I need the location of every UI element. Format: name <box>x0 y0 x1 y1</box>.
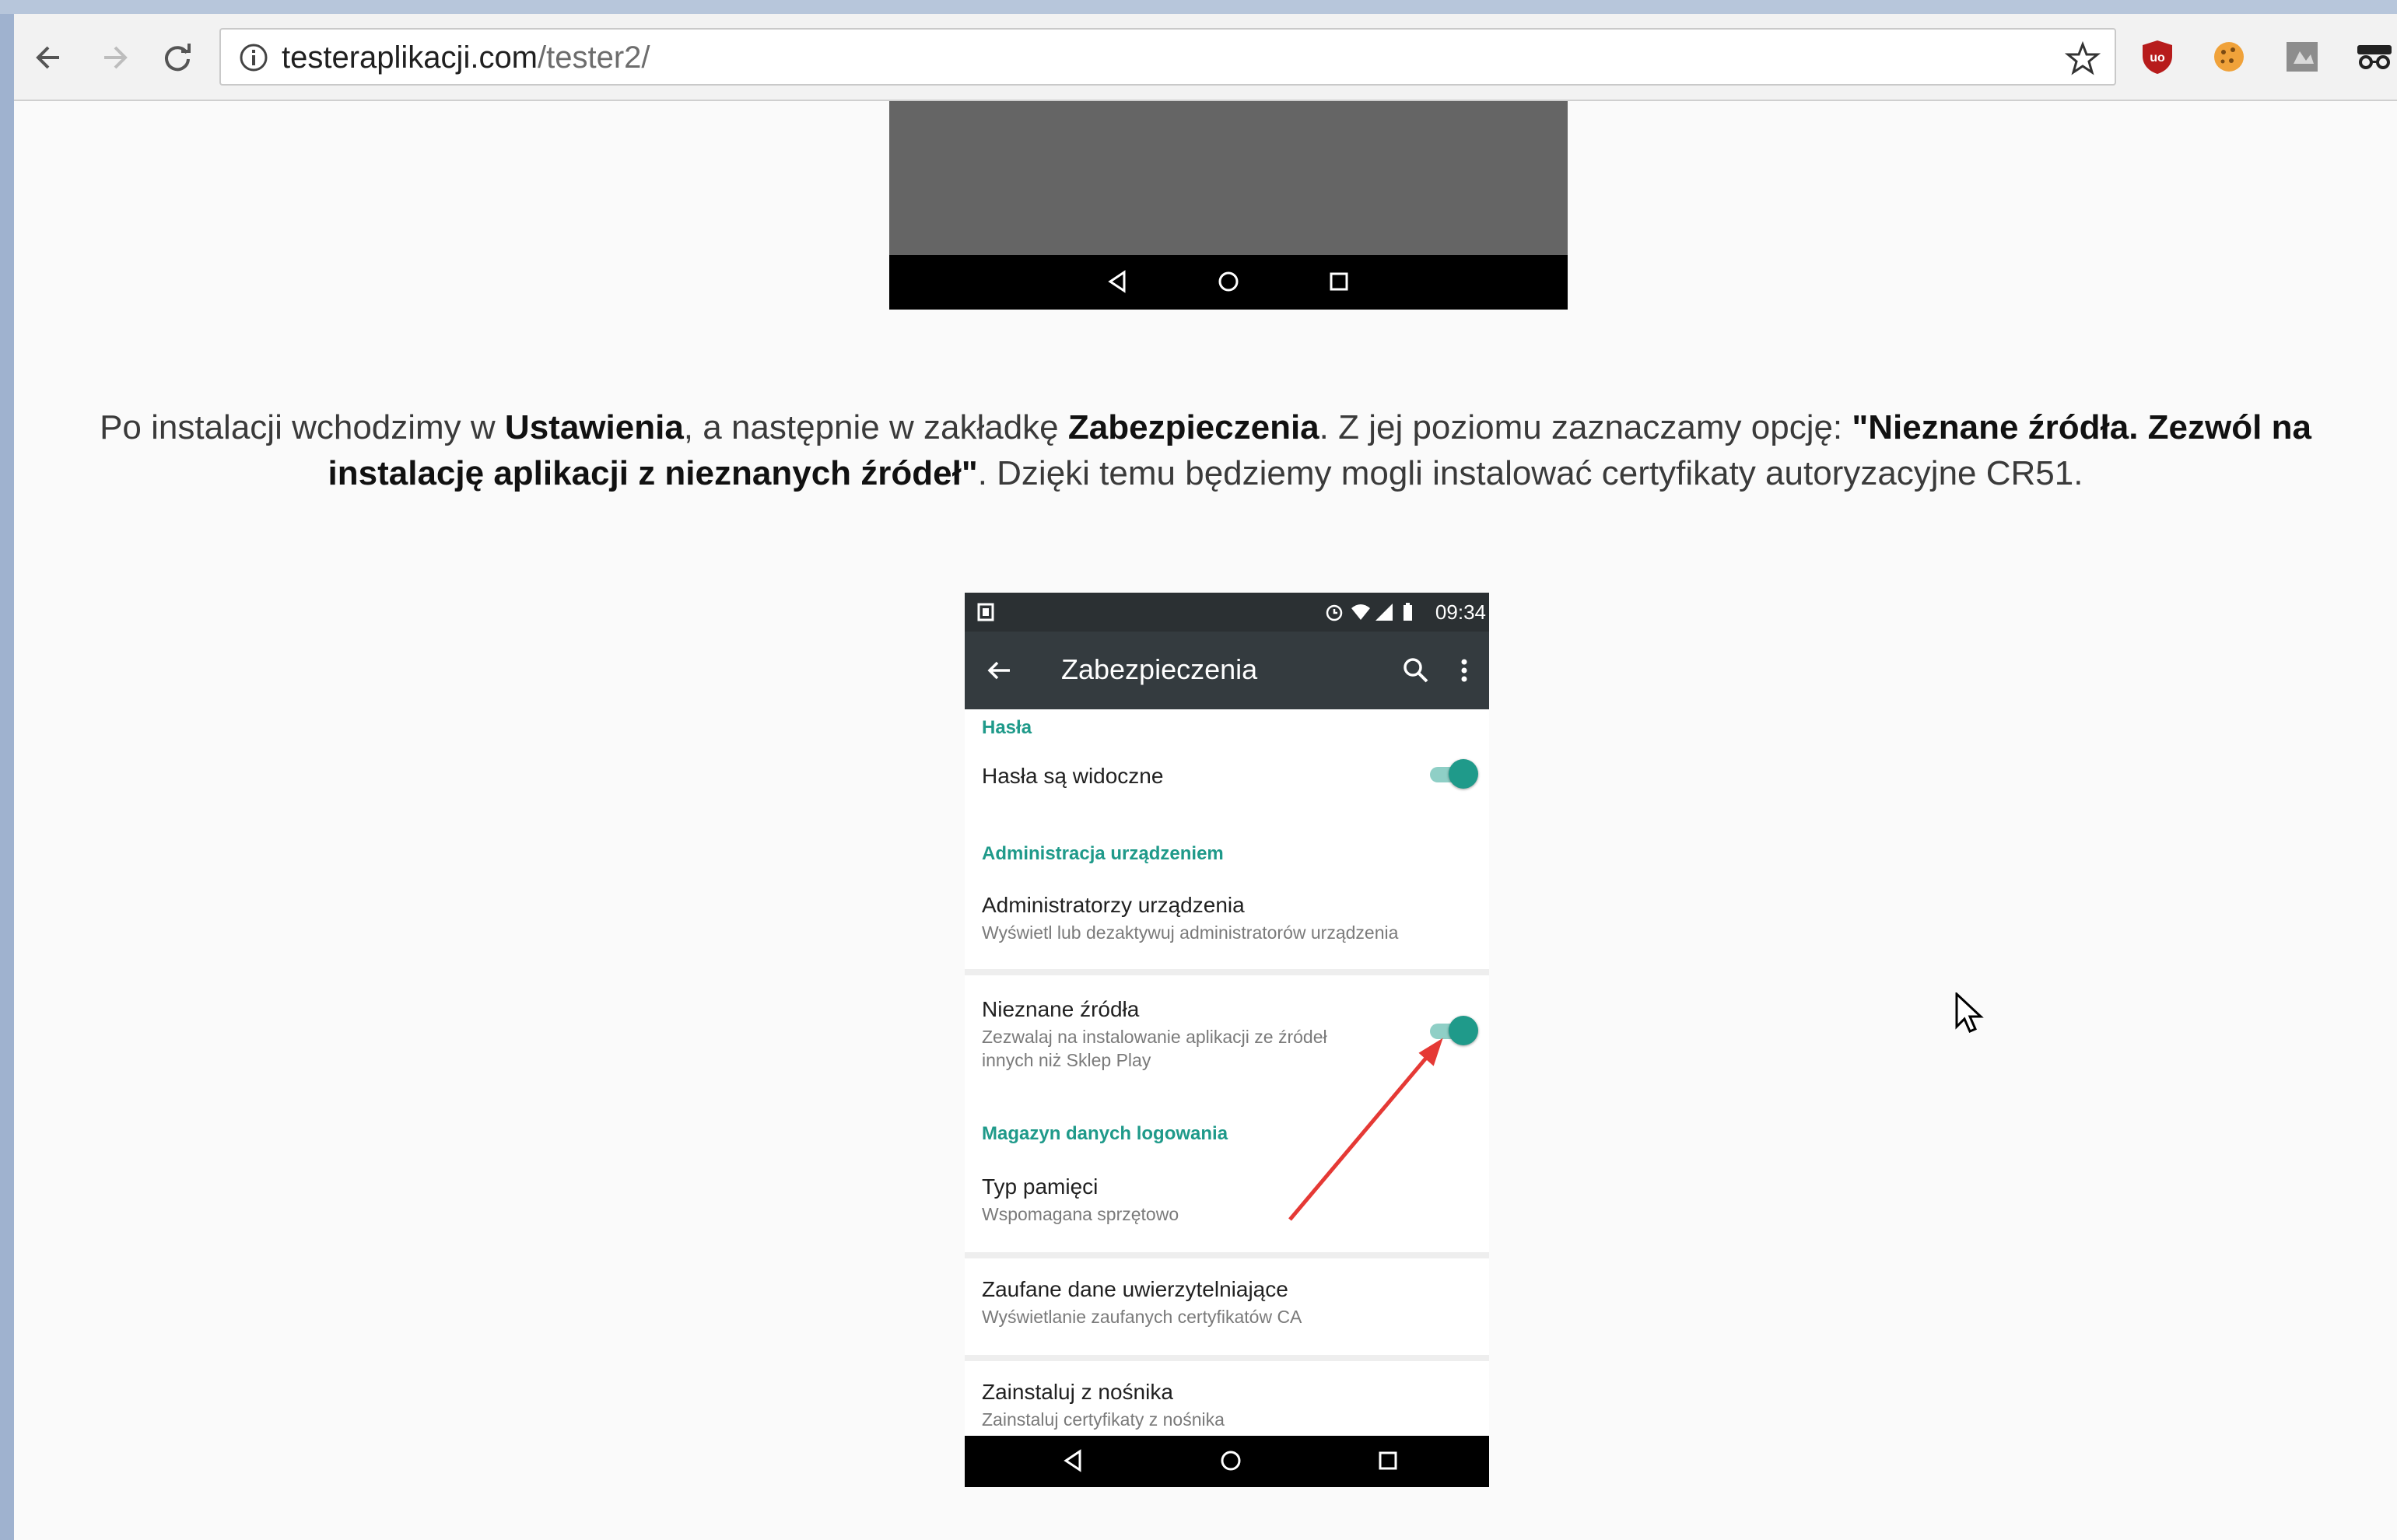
back-arrow-icon <box>983 655 1015 686</box>
divider <box>965 1355 1489 1361</box>
android-statusbar: 09:34 <box>965 593 1489 632</box>
more-vert-icon <box>1449 655 1480 686</box>
info-icon[interactable] <box>238 42 269 73</box>
text-run: Po instalacji wchodzimy w <box>100 408 505 446</box>
recents-square-icon <box>1325 268 1353 296</box>
text-run: . Dzięki temu będziemy mogli instalować … <box>977 454 2083 492</box>
text-run: , a następnie w zakładkę <box>683 408 1068 446</box>
signal-icon <box>1375 604 1393 621</box>
page-content: Po instalacji wchodzimy w Ustawienia, a … <box>14 101 2397 1540</box>
section-header-admin: Administracja urządzeniem <box>982 843 1224 864</box>
toggle-passwords-visible <box>1427 758 1478 790</box>
back-triangle-icon <box>1060 1447 1088 1475</box>
toggle-unknown-sources <box>1427 1014 1478 1047</box>
star-icon[interactable] <box>2065 40 2101 76</box>
android-appbar: Zabezpieczenia <box>965 632 1489 709</box>
search-icon <box>1400 655 1432 686</box>
address-bar[interactable]: testeraplikacji.com/tester2/ <box>219 28 2116 86</box>
text-bold-settings: Ustawienia <box>504 408 684 446</box>
text-bold-security: Zabezpieczenia <box>1067 408 1319 446</box>
svg-text:uo: uo <box>2150 51 2165 65</box>
item-passwords-visible: Hasła są widoczne <box>982 764 1164 788</box>
mouse-cursor-icon <box>1955 992 1984 1033</box>
home-circle-icon <box>1214 268 1242 296</box>
divider <box>965 969 1489 975</box>
status-time: 09:34 <box>1435 600 1486 624</box>
phone-screenshot-top <box>889 101 1568 310</box>
article-paragraph: Po instalacji wchodzimy w Ustawienia, a … <box>92 404 2319 496</box>
recents-square-icon <box>1374 1447 1402 1475</box>
item-storage-type-sub: Wspomagana sprzętowo <box>982 1204 1179 1224</box>
arrow-left-icon <box>36 46 59 69</box>
android-settings-screenshot: 09:34 Zabezpieczenia Hasła Hasła są wido… <box>965 593 1489 1487</box>
url-domain: testeraplikacji.com <box>282 40 538 75</box>
notification-icon <box>977 603 994 621</box>
alarm-icon <box>1326 604 1343 621</box>
forward-button[interactable] <box>92 36 135 79</box>
android-navbar <box>889 255 1568 310</box>
section-header-storage: Magazyn danych logowania <box>982 1123 1228 1144</box>
reload-icon <box>165 44 191 72</box>
item-unknown-sources-title: Nieznane źródła <box>982 997 1140 1021</box>
url-path: /tester2/ <box>538 40 650 75</box>
cookie-icon[interactable] <box>2210 37 2248 76</box>
item-unknown-sources-sub-1: Zezwalaj na instalowanie aplikacji ze źr… <box>982 1027 1327 1047</box>
incognito-icon[interactable] <box>2354 37 2393 76</box>
home-circle-icon <box>1217 1447 1245 1475</box>
back-button[interactable] <box>28 36 72 79</box>
extension-icon[interactable] <box>2283 37 2322 76</box>
item-admins-title: Administratorzy urządzenia <box>982 893 1245 917</box>
item-trusted-title: Zaufane dane uwierzytelniające <box>982 1277 1288 1301</box>
android-navbar <box>965 1436 1489 1487</box>
item-unknown-sources-sub-2: innych niż Sklep Play <box>982 1050 1151 1070</box>
back-triangle-icon <box>1104 268 1132 296</box>
item-storage-type-title: Typ pamięci <box>982 1174 1099 1199</box>
text-run: . Z jej poziomu zaznaczamy opcję: <box>1319 408 1852 446</box>
ublock-icon[interactable]: uo <box>2138 37 2177 76</box>
item-install-title: Zainstaluj z nośnika <box>982 1380 1173 1404</box>
browser-toolbar: testeraplikacji.com/tester2/ uo <box>14 14 2397 101</box>
item-trusted-sub: Wyświetlanie zaufanych certyfikatów CA <box>982 1307 1302 1327</box>
battery-icon <box>1404 603 1412 621</box>
window-frame-left <box>0 14 14 1540</box>
url-text[interactable]: testeraplikacji.com/tester2/ <box>282 39 650 76</box>
reload-button[interactable] <box>156 36 199 79</box>
appbar-title: Zabezpieczenia <box>1061 653 1258 685</box>
section-header-passwords: Hasła <box>982 717 1032 738</box>
arrow-right-icon <box>104 46 128 69</box>
divider <box>965 1252 1489 1258</box>
window-frame-top <box>0 0 2397 14</box>
wifi-icon <box>1351 604 1370 620</box>
item-admins-sub: Wyświetl lub dezaktywuj administratorów … <box>982 922 1399 943</box>
item-install-sub: Zainstaluj certyfikaty z nośnika <box>982 1409 1225 1430</box>
